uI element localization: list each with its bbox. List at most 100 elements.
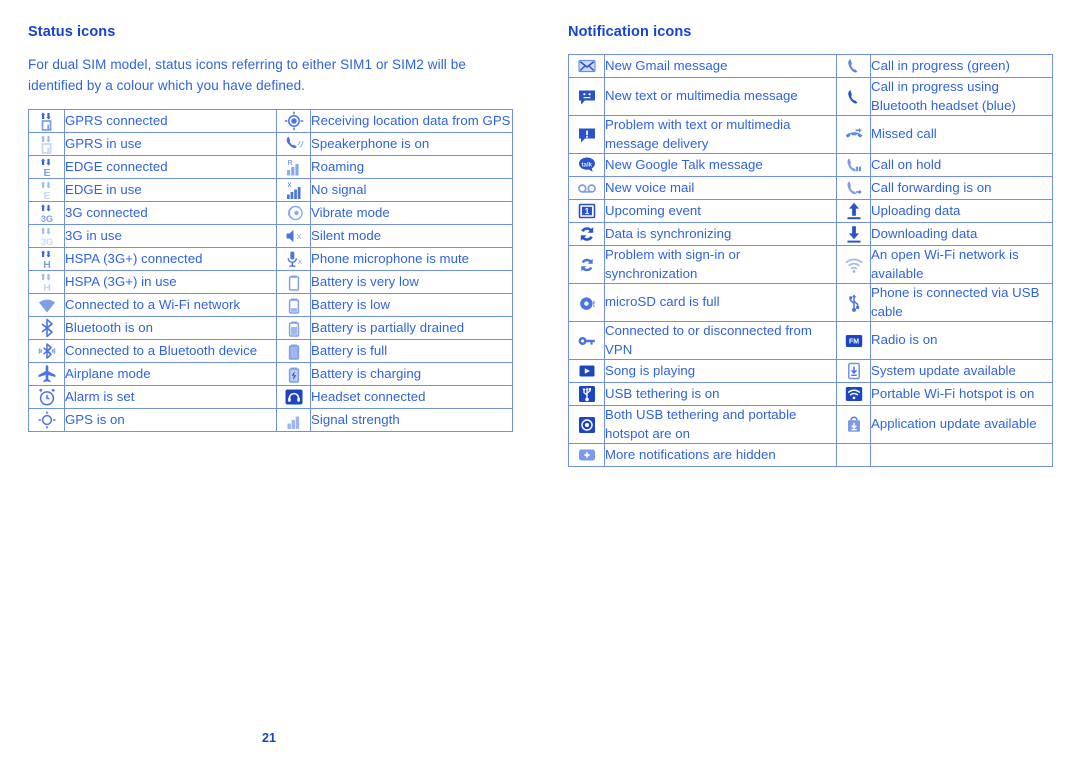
table-row: Connected to a Bluetooth device Battery … (28, 339, 513, 363)
svg-text:E: E (43, 167, 50, 178)
svg-text:x: x (287, 180, 291, 189)
row-label: Roaming (310, 155, 513, 179)
row-label: Battery is charging (310, 362, 513, 386)
call-bluetooth-icon (836, 77, 871, 116)
row-label: Data is synchronizing (604, 222, 837, 246)
notification-icons-table: New Gmail message Call in progress (gree… (568, 54, 1053, 467)
table-row: E EDGE in use x No signal (28, 178, 513, 202)
system-update-icon (836, 359, 871, 383)
table-row: Data is synchronizing Downloading data (568, 222, 1053, 246)
edge-connected-icon: E (28, 155, 65, 179)
right-page: Notification icons New Gmail message Cal… (540, 0, 1080, 767)
row-label: Connected to a Bluetooth device (64, 339, 277, 363)
table-row: New Gmail message Call in progress (gree… (568, 54, 1053, 78)
usb-icon (836, 283, 871, 322)
row-label: Call on hold (870, 153, 1053, 177)
row-label: Call in progress using Bluetooth headset… (870, 77, 1053, 116)
svg-text:talk: talk (581, 162, 592, 169)
page-title-notification-icons: Notification icons (568, 24, 692, 40)
svg-text:x: x (297, 256, 302, 266)
row-label: Airplane mode (64, 362, 277, 386)
message-problem-icon (568, 115, 605, 154)
page-number-left: 21 (262, 731, 276, 745)
row-label: GPRS connected (64, 109, 277, 133)
alarm-icon (28, 385, 65, 409)
status-icons-table: GPRS connected Receiving location data f… (28, 109, 513, 432)
svg-text:3G: 3G (40, 214, 52, 224)
table-row: microSD card is full Phone is connected … (568, 283, 1053, 322)
svg-text:3G: 3G (40, 237, 52, 247)
gps-on-icon (28, 408, 65, 432)
table-row: Problem with text or multimedia message … (568, 115, 1053, 154)
row-label: HSPA (3G+) in use (64, 270, 277, 294)
svg-text:H: H (43, 282, 51, 293)
table-row: More notifications are hidden (568, 443, 1053, 467)
microphone-mute-icon: x (276, 247, 311, 271)
svg-text:1: 1 (584, 207, 589, 216)
row-label: Headset connected (310, 385, 513, 409)
wifi-connected-icon (28, 293, 65, 317)
hspa-connected-icon: H (28, 247, 65, 271)
upload-icon (836, 199, 871, 223)
table-row: 3G 3G in use x Silent mode (28, 224, 513, 248)
manual-spread: Status icons For dual SIM model, status … (0, 0, 1080, 767)
row-label: Missed call (870, 115, 1053, 154)
usb-tethering-icon (568, 382, 605, 406)
table-row: Connected to a Wi-Fi network Battery is … (28, 293, 513, 317)
sync-problem-icon (568, 245, 605, 284)
row-label: Phone is connected via USB cable (870, 283, 1053, 322)
svg-text:x: x (296, 231, 301, 241)
row-label: EDGE in use (64, 178, 277, 202)
row-label: Application update available (870, 405, 1053, 444)
missed-call-icon (836, 115, 871, 154)
row-label: More notifications are hidden (604, 443, 837, 467)
row-label (870, 443, 1053, 467)
edge-in-use-icon: E (28, 178, 65, 202)
row-label: GPS is on (64, 408, 277, 432)
row-label: Upcoming event (604, 199, 837, 223)
table-row: Problem with sign-in or synchronization … (568, 245, 1053, 284)
fm-radio-icon: FM (836, 321, 871, 360)
roaming-icon: R (276, 155, 311, 179)
gprs-in-use-icon (28, 132, 65, 156)
row-label: Song is playing (604, 359, 837, 383)
row-label: Downloading data (870, 222, 1053, 246)
3g-connected-icon: 3G (28, 201, 65, 225)
empty-icon-cell (836, 443, 871, 467)
row-label: Silent mode (310, 224, 513, 248)
row-label: New Gmail message (604, 54, 837, 78)
3g-in-use-icon: 3G (28, 224, 65, 248)
table-row: Song is playing System update available (568, 359, 1053, 383)
row-label: Battery is partially drained (310, 316, 513, 340)
row-label: Battery is full (310, 339, 513, 363)
row-label: USB tethering is on (604, 382, 837, 406)
speakerphone-icon (276, 132, 311, 156)
bluetooth-connected-icon (28, 339, 65, 363)
signal-strength-icon (276, 408, 311, 432)
row-label: microSD card is full (604, 283, 837, 322)
table-row: GPS is on Signal strength (28, 408, 513, 432)
svg-text:R: R (287, 160, 292, 167)
battery-partial-icon (276, 316, 311, 340)
row-label: 3G in use (64, 224, 277, 248)
call-in-progress-icon (836, 54, 871, 78)
battery-charging-icon (276, 362, 311, 386)
airplane-mode-icon (28, 362, 65, 386)
bluetooth-on-icon (28, 316, 65, 340)
battery-low-icon (276, 293, 311, 317)
table-row: USB tethering is on Portable Wi-Fi hotsp… (568, 382, 1053, 406)
battery-full-icon (276, 339, 311, 363)
music-play-icon (568, 359, 605, 383)
sdcard-full-icon (568, 283, 605, 322)
google-talk-icon: talk (568, 153, 605, 177)
row-label: Connected to a Wi-Fi network (64, 293, 277, 317)
table-row: talk New Google Talk message Call on hol… (568, 153, 1053, 177)
row-label: Radio is on (870, 321, 1053, 360)
no-signal-icon: x (276, 178, 311, 202)
portable-hotspot-icon (836, 382, 871, 406)
row-label: Call forwarding is on (870, 176, 1053, 200)
row-label: New text or multimedia message (604, 77, 837, 116)
table-row: GPRS in use Speakerphone is on (28, 132, 513, 156)
svg-text:E: E (43, 190, 50, 201)
row-label: Battery is low (310, 293, 513, 317)
